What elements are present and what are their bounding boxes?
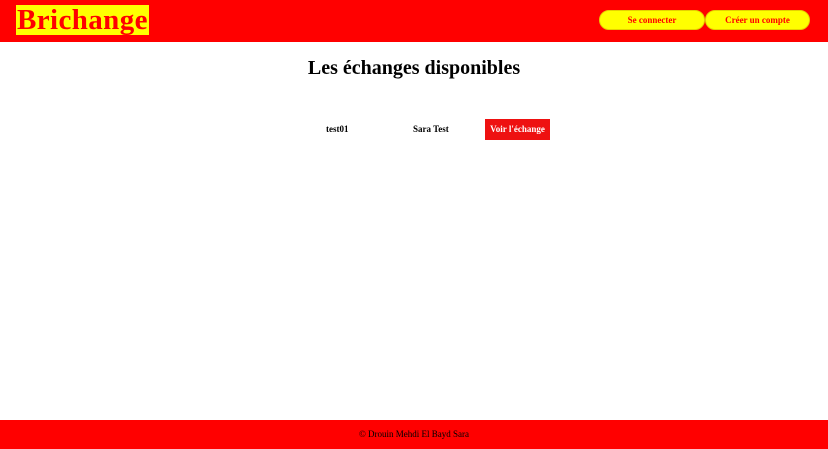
exchange-user: test01 [326,124,349,134]
exchange-row: test01 Sara Test Voir l'échange [0,119,828,140]
view-exchange-button[interactable]: Voir l'échange [485,119,550,140]
page-title: Les échanges disponibles [307,57,521,79]
brand-logo[interactable]: Brichange [16,5,149,35]
site-footer: © Drouin Mehdi El Bayd Sara [0,420,828,449]
exchange-partner: Sara Test [413,124,449,134]
login-button[interactable]: Se connecter [599,10,705,30]
signup-button[interactable]: Créer un compte [705,10,810,30]
site-header: Brichange Se connecter Créer un compte [0,0,828,42]
page: Brichange Se connecter Créer un compte L… [0,0,828,449]
footer-copyright: © Drouin Mehdi El Bayd Sara [358,429,470,439]
